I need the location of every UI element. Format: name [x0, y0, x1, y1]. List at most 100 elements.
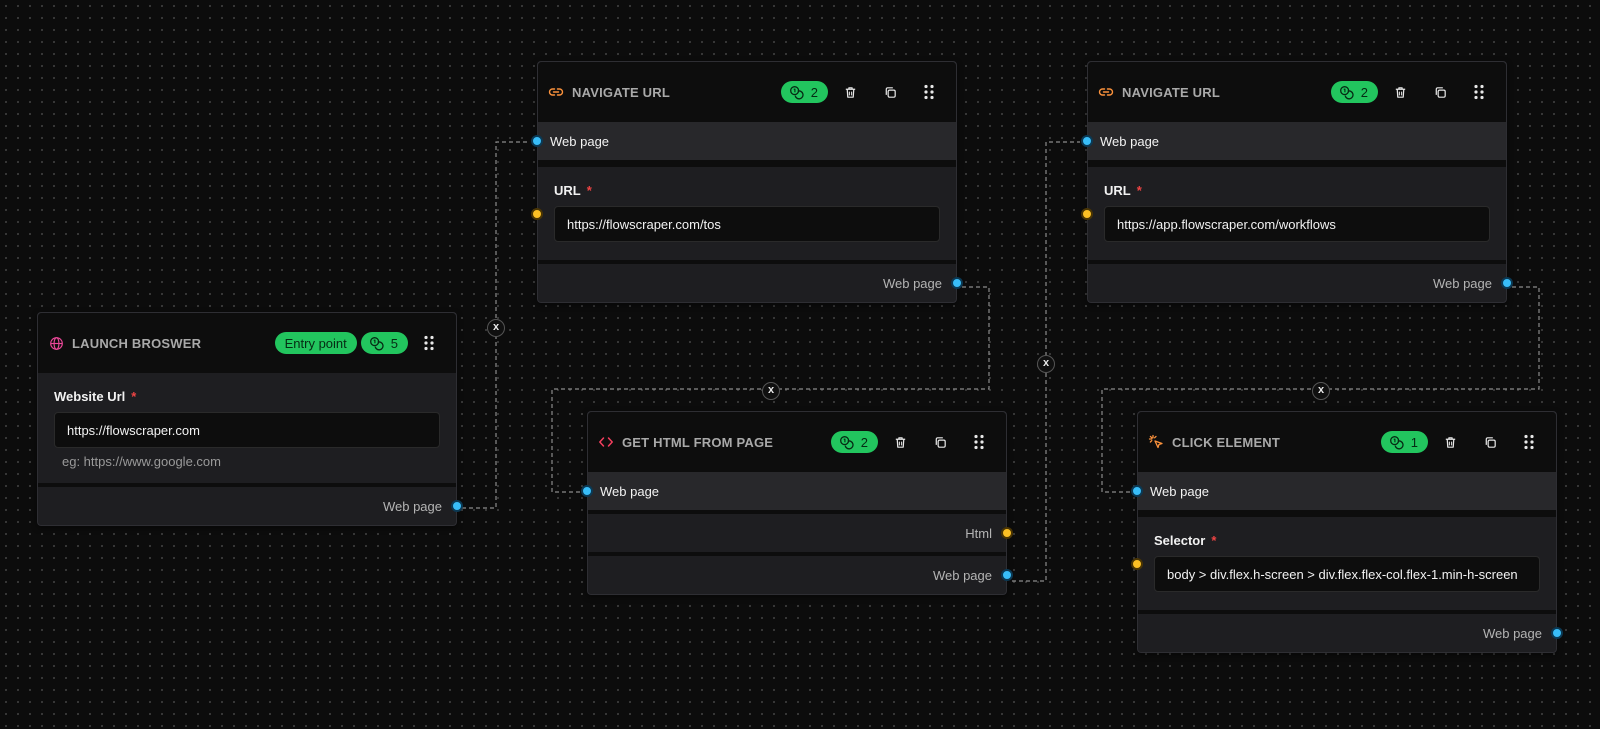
duplicate-button[interactable] [1422, 77, 1458, 107]
field-label: Website Url * [54, 389, 137, 404]
grip-icon [971, 434, 987, 450]
trash-icon [843, 85, 858, 100]
output-handle[interactable] [1001, 527, 1013, 539]
delete-button[interactable] [1382, 77, 1418, 107]
coins-icon [1389, 435, 1404, 450]
input-web-page: Web page [531, 122, 956, 160]
node-title: NAVIGATE URL [1122, 84, 1220, 100]
required-mark: * [586, 183, 592, 198]
field-label: URL * [1104, 183, 1142, 198]
duplicate-button[interactable] [872, 77, 908, 107]
node-title: GET HTML FROM PAGE [622, 434, 774, 450]
url-input[interactable]: https://app.flowscraper.com/workflows [1104, 206, 1490, 242]
selector-input-handle[interactable] [1131, 557, 1143, 570]
drag-handle[interactable] [912, 77, 946, 107]
trash-icon [1393, 85, 1408, 100]
output-web-page: Web page [538, 264, 963, 302]
node-header[interactable]: CLICK ELEMENT 1 [1138, 412, 1556, 472]
output-label: Web page [1432, 275, 1492, 291]
edge-delete-button[interactable]: x [1312, 382, 1330, 400]
divider [1138, 510, 1556, 517]
grip-icon [1521, 434, 1537, 450]
output-web-page: Web page [1088, 264, 1513, 302]
input-web-page: Web page [1131, 472, 1556, 510]
input-label: Web page [600, 483, 660, 499]
website-url-section: Website Url * https://flowscraper.com eg:… [38, 373, 456, 483]
output-label: Web page [382, 498, 442, 514]
url-input[interactable]: https://flowscraper.com/tos [554, 206, 940, 242]
input-web-page: Web page [1081, 122, 1506, 160]
node-launch-browser[interactable]: LAUNCH BROSWER Entry point 5 Website Url… [37, 312, 463, 526]
output-handle[interactable] [451, 500, 463, 512]
divider [538, 160, 956, 167]
delete-button[interactable] [882, 427, 918, 457]
node-header[interactable]: NAVIGATE URL 2 [538, 62, 956, 122]
node-header[interactable]: LAUNCH BROSWER Entry point 5 [38, 313, 456, 373]
output-label: Web page [932, 567, 992, 583]
drag-handle[interactable] [1512, 427, 1546, 457]
credits-count: 2 [860, 434, 868, 450]
drag-handle[interactable] [1462, 77, 1496, 107]
credits-count: 5 [390, 335, 398, 351]
globe-icon [48, 335, 64, 351]
url-input-handle[interactable] [531, 207, 543, 220]
credits-badge: 2 [1330, 81, 1378, 103]
link-icon [1098, 84, 1114, 100]
output-web-page: Web page [588, 556, 1013, 594]
coins-icon [1339, 85, 1354, 100]
copy-icon [883, 85, 898, 100]
edge-delete-button[interactable]: x [487, 319, 505, 337]
input-handle[interactable] [581, 485, 593, 497]
drag-handle[interactable] [962, 427, 996, 457]
drag-handle[interactable] [412, 328, 446, 358]
input-label: Web page [550, 133, 610, 149]
copy-icon [933, 435, 948, 450]
node-navigate-url[interactable]: NAVIGATE URL 2 Web page URL * https://app… [1081, 61, 1513, 303]
trash-icon [893, 435, 908, 450]
output-handle[interactable] [951, 277, 963, 289]
input-web-page: Web page [581, 472, 1006, 510]
output-handle[interactable] [1551, 627, 1563, 639]
credits-count: 2 [810, 84, 818, 100]
delete-button[interactable] [832, 77, 868, 107]
node-title: CLICK ELEMENT [1172, 434, 1281, 450]
node-get-html[interactable]: GET HTML FROM PAGE 2 Web page Html Web p… [581, 411, 1013, 595]
node-header[interactable]: GET HTML FROM PAGE 2 [588, 412, 1006, 472]
code-icon [598, 434, 614, 450]
delete-button[interactable] [1432, 427, 1468, 457]
output-handle[interactable] [1501, 277, 1513, 289]
selector-section: Selector * body > div.flex.h-screen > div… [1131, 517, 1556, 610]
input-label: Web page [1150, 483, 1210, 499]
output-html: Html [588, 514, 1013, 552]
url-input-handle[interactable] [1081, 207, 1093, 220]
input-handle[interactable] [1131, 485, 1143, 497]
output-web-page: Web page [1138, 614, 1563, 652]
required-mark: * [1136, 183, 1142, 198]
node-title: LAUNCH BROSWER [72, 335, 202, 351]
duplicate-button[interactable] [1472, 427, 1508, 457]
link-icon [548, 84, 564, 100]
divider [1088, 160, 1506, 167]
output-label: Web page [882, 275, 942, 291]
selector-input[interactable]: body > div.flex.h-screen > div.flex.flex… [1154, 556, 1540, 592]
node-navigate-url[interactable]: NAVIGATE URL 2 Web page URL * https://flo… [531, 61, 963, 303]
input-handle[interactable] [1081, 135, 1093, 147]
credits-count: 2 [1360, 84, 1368, 100]
copy-icon [1483, 435, 1498, 450]
input-handle[interactable] [531, 135, 543, 147]
copy-icon [1433, 85, 1448, 100]
website-url-input[interactable]: https://flowscraper.com [54, 412, 440, 448]
trash-icon [1443, 435, 1458, 450]
node-click-element[interactable]: CLICK ELEMENT 1 Web page Selector * body … [1131, 411, 1563, 653]
credits-badge: 5 [360, 332, 408, 354]
credits-badge: 2 [780, 81, 828, 103]
duplicate-button[interactable] [922, 427, 958, 457]
edge-delete-button[interactable]: x [762, 382, 780, 400]
output-handle[interactable] [1001, 569, 1013, 581]
node-header[interactable]: NAVIGATE URL 2 [1088, 62, 1506, 122]
node-title: NAVIGATE URL [572, 84, 670, 100]
url-section: URL * https://flowscraper.com/tos [531, 167, 956, 260]
pointer-click-icon [1148, 434, 1164, 450]
field-label: URL * [554, 183, 592, 198]
edge-delete-button[interactable]: x [1037, 355, 1055, 373]
